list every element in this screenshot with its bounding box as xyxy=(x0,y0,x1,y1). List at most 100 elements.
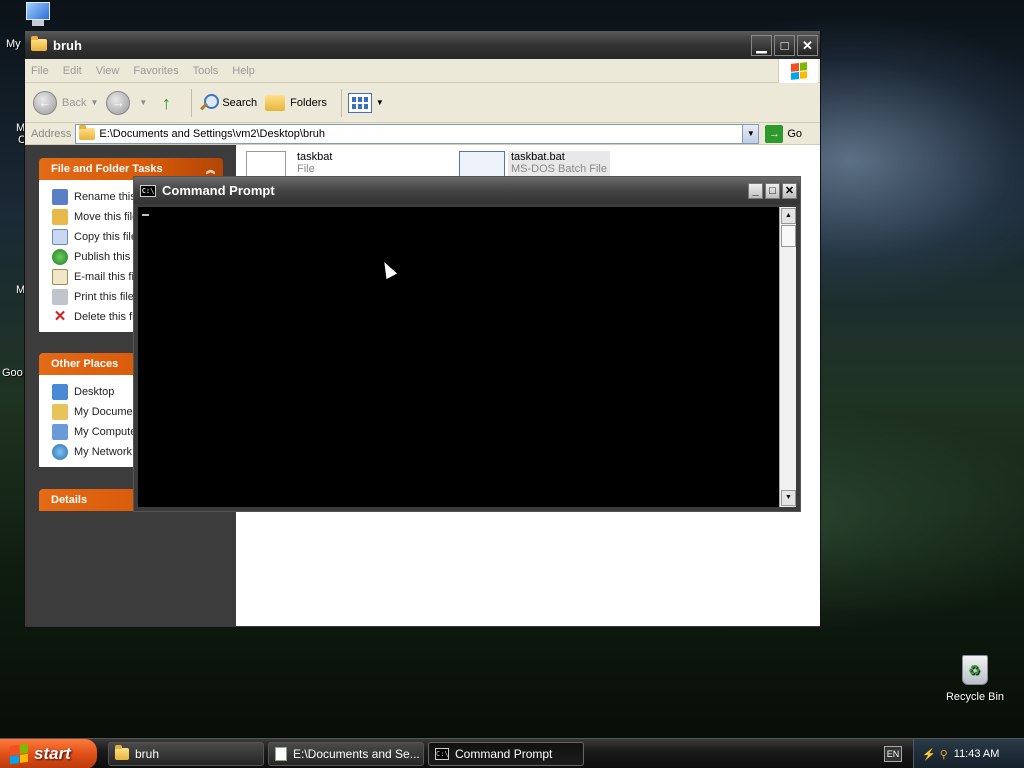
cmd-minimize-button[interactable]: _ xyxy=(748,182,763,199)
go-arrow-icon: → xyxy=(765,124,784,143)
details-title: Details xyxy=(51,494,88,506)
taskbar-button-bruh[interactable]: bruh xyxy=(108,742,264,766)
language-indicator[interactable]: EN xyxy=(884,746,902,762)
my-computer-icon xyxy=(52,424,68,440)
cmd-title: Command Prompt xyxy=(162,183,275,198)
search-button[interactable]: Search xyxy=(198,93,257,113)
address-dropdown-icon[interactable]: ▼ xyxy=(742,124,759,143)
cmd-icon: C:\ xyxy=(435,748,449,760)
go-button[interactable]: → Go xyxy=(765,124,802,143)
views-icon xyxy=(347,92,372,113)
toolbar-separator xyxy=(191,88,193,117)
notepad-icon xyxy=(275,747,287,761)
delete-icon: ✕ xyxy=(53,308,67,325)
menu-help[interactable]: Help xyxy=(232,65,255,77)
clock[interactable]: 11:43 AM xyxy=(954,748,1000,760)
desktop-icon xyxy=(52,384,68,400)
scroll-up-icon[interactable]: ▲ xyxy=(781,208,796,224)
task-label: Move this file xyxy=(74,211,139,223)
back-button[interactable]: ← Back ▼ xyxy=(33,90,98,115)
menu-favorites[interactable]: Favorites xyxy=(133,65,178,77)
toolbar-separator xyxy=(340,88,342,117)
taskbar-button-label: E:\Documents and Se... xyxy=(293,747,420,761)
command-prompt-window: C:\ Command Prompt _ □ ✕ ▲ ▼ xyxy=(133,176,801,512)
folders-icon xyxy=(265,94,286,111)
network-icon xyxy=(52,444,68,460)
menu-view[interactable]: View xyxy=(96,65,120,77)
back-dropdown-icon[interactable]: ▼ xyxy=(90,98,98,107)
network-tray-icon[interactable]: ⚡ xyxy=(922,748,936,761)
address-value: E:\Documents and Settings\vm2\Desktop\br… xyxy=(99,127,325,140)
views-button[interactable]: ▼ xyxy=(347,92,384,113)
search-tray-icon[interactable]: ⚲ xyxy=(940,748,948,761)
file-type: MS-DOS Batch File xyxy=(511,163,607,175)
windows-logo-icon xyxy=(778,59,818,83)
cmd-icon: C:\ xyxy=(140,184,156,197)
file-folder-tasks-title: File and Folder Tasks xyxy=(51,163,163,175)
toolbar: ← Back ▼ → ▼ ↑ Search Folders ▼ xyxy=(25,83,820,123)
folders-button[interactable]: Folders xyxy=(265,94,327,111)
back-arrow-icon: ← xyxy=(33,90,57,115)
start-label: start xyxy=(34,744,71,763)
back-label: Back xyxy=(62,96,87,109)
move-icon xyxy=(52,209,68,225)
recycle-bin-icon xyxy=(962,655,988,685)
close-button[interactable]: ✕ xyxy=(797,34,818,56)
forward-dropdown-icon[interactable]: ▼ xyxy=(139,98,147,107)
file-name: taskbat.bat xyxy=(511,151,565,163)
folder-icon xyxy=(79,124,96,140)
collapse-icon[interactable]: ︽ xyxy=(206,163,215,176)
search-icon xyxy=(198,93,220,113)
folder-up-icon: ↑ xyxy=(161,92,171,113)
menu-bar: File Edit View Favorites Tools Help xyxy=(25,59,820,83)
recycle-bin[interactable]: Recycle Bin xyxy=(935,655,1015,703)
forward-button[interactable]: → ▼ xyxy=(106,90,147,115)
my-documents-icon xyxy=(52,404,68,420)
maximize-button[interactable]: □ xyxy=(774,34,795,56)
menu-tools[interactable]: Tools xyxy=(193,65,219,77)
system-tray: ⚡ ⚲ 11:43 AM xyxy=(913,739,1024,768)
views-dropdown-icon: ▼ xyxy=(375,98,384,107)
task-label: Copy this file xyxy=(74,231,137,243)
desktop-icon-label-5[interactable]: Goo xyxy=(2,367,23,379)
email-icon xyxy=(52,269,68,285)
file-type: File xyxy=(297,163,315,175)
desktop-icon-label-1[interactable]: My xyxy=(6,38,21,50)
cmd-close-button[interactable]: ✕ xyxy=(782,182,797,199)
globe-icon xyxy=(52,249,68,265)
explorer-title: bruh xyxy=(53,37,82,53)
folder-icon xyxy=(115,745,129,760)
folder-icon xyxy=(31,36,47,51)
console-area[interactable] xyxy=(138,207,779,507)
printer-icon xyxy=(52,289,68,305)
scroll-thumb[interactable] xyxy=(781,225,796,247)
menu-edit[interactable]: Edit xyxy=(63,65,82,77)
my-computer-desktop-icon[interactable] xyxy=(24,2,54,28)
taskbar-button-notepad[interactable]: E:\Documents and Se... xyxy=(268,742,424,766)
taskbar-button-cmd[interactable]: C:\ Command Prompt xyxy=(428,742,584,766)
scroll-down-icon[interactable]: ▼ xyxy=(781,490,796,506)
start-button[interactable]: start xyxy=(0,739,97,768)
explorer-titlebar[interactable]: bruh ▁ □ ✕ xyxy=(25,31,820,59)
minimize-button[interactable]: ▁ xyxy=(751,34,772,56)
recycle-bin-label: Recycle Bin xyxy=(945,691,1005,703)
address-input[interactable]: E:\Documents and Settings\vm2\Desktop\br… xyxy=(75,123,760,144)
address-bar: Address E:\Documents and Settings\vm2\De… xyxy=(25,123,820,145)
menu-file[interactable]: File xyxy=(31,65,49,77)
task-label: Print this file xyxy=(74,291,134,303)
up-button[interactable]: ↑ xyxy=(155,92,177,114)
search-label: Search xyxy=(222,96,258,109)
cmd-maximize-button[interactable]: □ xyxy=(765,182,780,199)
vertical-scrollbar[interactable]: ▲ ▼ xyxy=(779,207,796,507)
folders-label: Folders xyxy=(290,96,327,109)
forward-arrow-icon: → xyxy=(106,90,131,115)
address-label: Address xyxy=(31,127,72,140)
rename-icon xyxy=(52,189,68,205)
taskbar-button-label: Command Prompt xyxy=(455,747,553,761)
copy-icon xyxy=(52,229,68,245)
place-label: My Computer xyxy=(74,426,141,438)
cmd-titlebar[interactable]: C:\ Command Prompt _ □ ✕ xyxy=(134,177,800,204)
file-name: taskbat xyxy=(297,151,333,163)
windows-logo-icon xyxy=(10,743,28,765)
taskbar-button-label: bruh xyxy=(135,747,160,761)
